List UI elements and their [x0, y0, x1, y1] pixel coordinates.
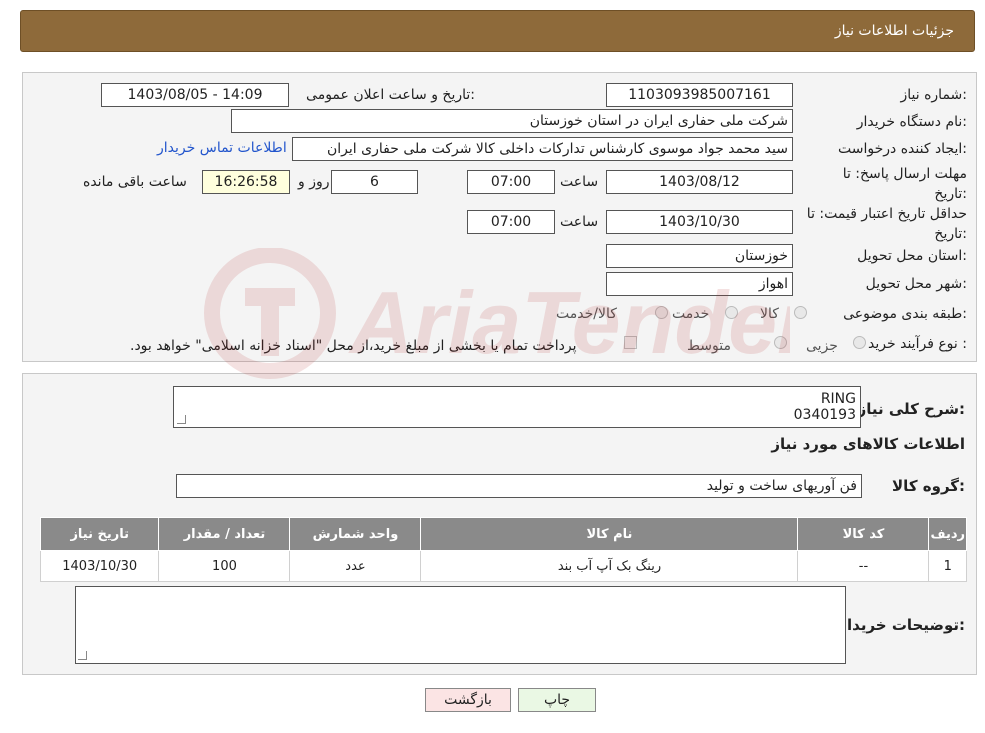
- category-both-label: کالا/خدمت: [556, 306, 617, 322]
- price-validity-label: حداقل تاریخ اعتبار قیمت: تا تاریخ:: [806, 206, 967, 242]
- remaining-label: ساعت باقی مانده: [83, 174, 187, 190]
- table-header-row: ردیف کد کالا نام کالا واحد شمارش تعداد /…: [39, 517, 967, 551]
- announce-datetime-label: تاریخ و ساعت اعلان عمومی:: [306, 87, 475, 103]
- buyer-contact-link[interactable]: اطلاعات تماس خریدار: [157, 140, 287, 156]
- description-textarea[interactable]: RING 0340193: [173, 386, 861, 428]
- category-both-radio[interactable]: [655, 306, 668, 319]
- page-header: جزئیات اطلاعات نیاز: [20, 10, 975, 52]
- price-validity-time: 07:00: [467, 210, 555, 234]
- goods-group-label: گروه کالا:: [892, 477, 965, 495]
- remaining-days: 6: [331, 170, 418, 194]
- cell-qty: 100: [158, 550, 291, 582]
- purchase-medium-radio[interactable]: [774, 336, 787, 349]
- buyer-notes-textarea[interactable]: [75, 586, 846, 664]
- category-goods-label: کالا: [760, 306, 779, 322]
- delivery-province-field: خوزستان: [606, 244, 793, 268]
- need-number-label: شماره نیاز:: [900, 87, 967, 103]
- resize-grip-icon[interactable]: [177, 415, 186, 424]
- cell-code: --: [797, 550, 930, 582]
- back-button[interactable]: بازگشت: [425, 688, 511, 712]
- description-line2: 0340193: [793, 407, 856, 423]
- col-qty: تعداد / مقدار: [158, 517, 291, 551]
- print-button[interactable]: چاپ: [518, 688, 596, 712]
- description-line1: RING: [820, 391, 856, 407]
- goods-group-field: فن آوریهای ساخت و تولید: [176, 474, 862, 498]
- items-table: ردیف کد کالا نام کالا واحد شمارش تعداد /…: [39, 517, 967, 582]
- treasury-note: پرداخت تمام یا بخشی از مبلغ خرید،از محل …: [130, 338, 577, 354]
- cell-date: 1403/10/30: [39, 550, 160, 582]
- cell-name: رینگ بک آپ آب بند: [420, 550, 799, 582]
- col-index: ردیف: [928, 517, 967, 551]
- reply-deadline-time: 07:00: [467, 170, 555, 194]
- buyer-org-field: شرکت ملی حفاری ایران در استان خوزستان: [231, 109, 793, 133]
- buyer-org-label: نام دستگاه خریدار:: [856, 114, 967, 130]
- delivery-city-field: اهواز: [606, 272, 793, 296]
- cell-unit: عدد: [289, 550, 422, 582]
- announce-datetime-field: 1403/08/05 - 14:09: [101, 83, 289, 107]
- reply-time-label: ساعت: [560, 174, 599, 190]
- requester-label: ایجاد کننده درخواست:: [838, 141, 967, 157]
- col-unit: واحد شمارش: [289, 517, 422, 551]
- col-name: نام کالا: [420, 517, 799, 551]
- requester-field: سید محمد جواد موسوی کارشناس تدارکات داخل…: [292, 137, 793, 161]
- category-goods-radio[interactable]: [794, 306, 807, 319]
- days-label: روز و: [298, 174, 330, 190]
- remaining-time: 16:26:58: [202, 170, 290, 194]
- purchase-medium-label: متوسط: [687, 338, 731, 354]
- category-service-radio[interactable]: [725, 306, 738, 319]
- items-section-title: اطلاعات کالاهای مورد نیاز: [771, 435, 965, 453]
- need-number-field: 1103093985007161: [606, 83, 793, 107]
- col-code: کد کالا: [797, 517, 930, 551]
- category-service-label: خدمت: [672, 306, 710, 322]
- price-validity-date: 1403/10/30: [606, 210, 793, 234]
- reply-deadline-label: مهلت ارسال پاسخ: تا تاریخ:: [842, 166, 967, 202]
- page-title: جزئیات اطلاعات نیاز: [834, 23, 954, 39]
- delivery-city-label: شهر محل تحویل:: [865, 276, 967, 292]
- purchase-minor-label: جزیی: [806, 338, 838, 354]
- price-time-label: ساعت: [560, 214, 599, 230]
- category-label: طبقه بندی موضوعی:: [843, 306, 967, 322]
- col-date: تاریخ نیاز: [39, 517, 160, 551]
- purchase-type-label: نوع فرآیند خرید :: [868, 336, 967, 352]
- buyer-notes-label: توضیحات خریدار:: [838, 616, 965, 634]
- reply-deadline-date: 1403/08/12: [606, 170, 793, 194]
- delivery-province-label: استان محل تحویل:: [857, 248, 967, 264]
- treasury-checkbox[interactable]: [624, 336, 637, 349]
- cell-index: 1: [928, 550, 967, 582]
- purchase-minor-radio[interactable]: [853, 336, 866, 349]
- table-row: 1 -- رینگ بک آپ آب بند عدد 100 1403/10/3…: [39, 550, 967, 582]
- description-label: شرح کلی نیاز:: [857, 400, 965, 418]
- notes-resize-grip-icon[interactable]: [78, 651, 87, 660]
